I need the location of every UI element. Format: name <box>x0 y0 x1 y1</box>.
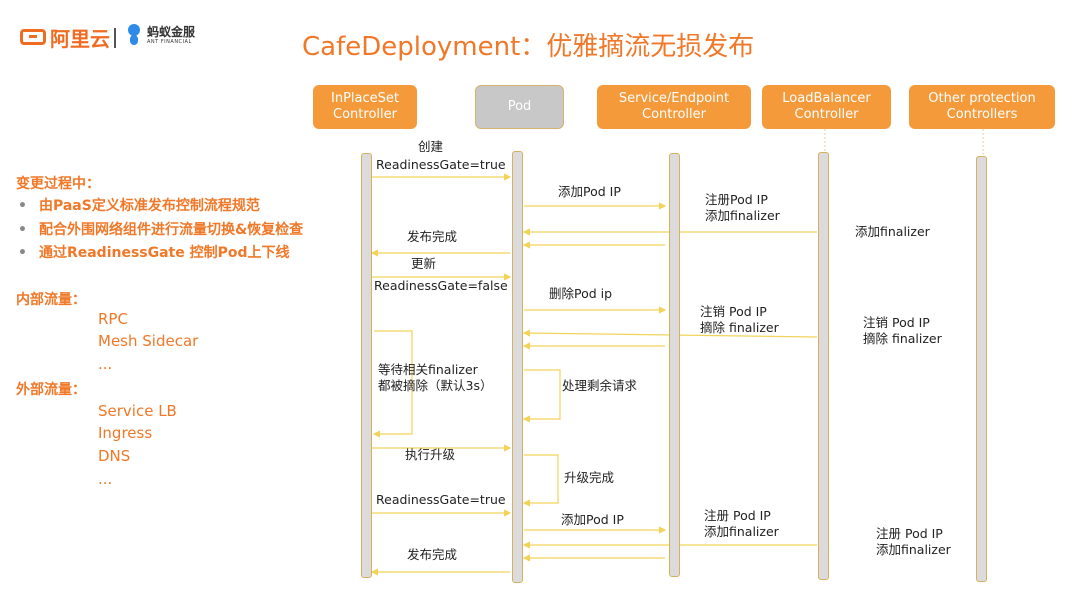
msg-other-unregister: 注销 Pod IP 摘除 finalizer <box>863 315 942 346</box>
sequence-arrows <box>370 129 984 576</box>
lifeline-inplaceset <box>361 153 372 578</box>
msg-wait-finalizer: 等待相关finalizer 都被摘除（默认3s） <box>378 362 493 393</box>
msg-publish-done-1: 发布完成 <box>407 229 458 244</box>
msg-do-upgrade: 执行升级 <box>405 447 456 462</box>
msg-update: 更新 <box>411 256 437 271</box>
lifeline-pod <box>512 151 523 583</box>
lifeline-loadbalancer <box>818 152 829 580</box>
lifeline-other-protection <box>976 156 987 582</box>
msg-svc-register-2: 注册 Pod IP 添加finalizer <box>704 508 779 539</box>
msg-process-remaining: 处理剩余请求 <box>562 378 638 393</box>
arrow-process-remaining-loop <box>522 369 561 423</box>
msg-other-register: 注册 Pod IP 添加finalizer <box>876 526 951 557</box>
msg-svc-unregister: 注销 Pod IP 摘除 finalizer <box>700 304 779 335</box>
msg-add-pod-ip-1: 添加Pod IP <box>558 184 621 199</box>
msg-rg-false: ReadinessGate=false <box>374 278 508 293</box>
msg-create: 创建 <box>418 139 444 154</box>
msg-lb-add-finalizer: 添加finalizer <box>855 224 930 239</box>
msg-rg-true-2: ReadinessGate=true <box>376 492 506 507</box>
msg-rg-true-1: ReadinessGate=true <box>376 157 506 172</box>
msg-svc-register-1: 注册Pod IP 添加finalizer <box>705 192 780 223</box>
msg-delete-pod-ip: 删除Pod ip <box>549 286 613 301</box>
msg-upgrade-done: 升级完成 <box>564 470 615 485</box>
lifeline-service-endpoint <box>669 153 680 577</box>
arrow-upgrade-done-loop <box>522 454 559 507</box>
msg-publish-done-2: 发布完成 <box>407 547 458 562</box>
msg-add-pod-ip-2: 添加Pod IP <box>561 512 624 527</box>
